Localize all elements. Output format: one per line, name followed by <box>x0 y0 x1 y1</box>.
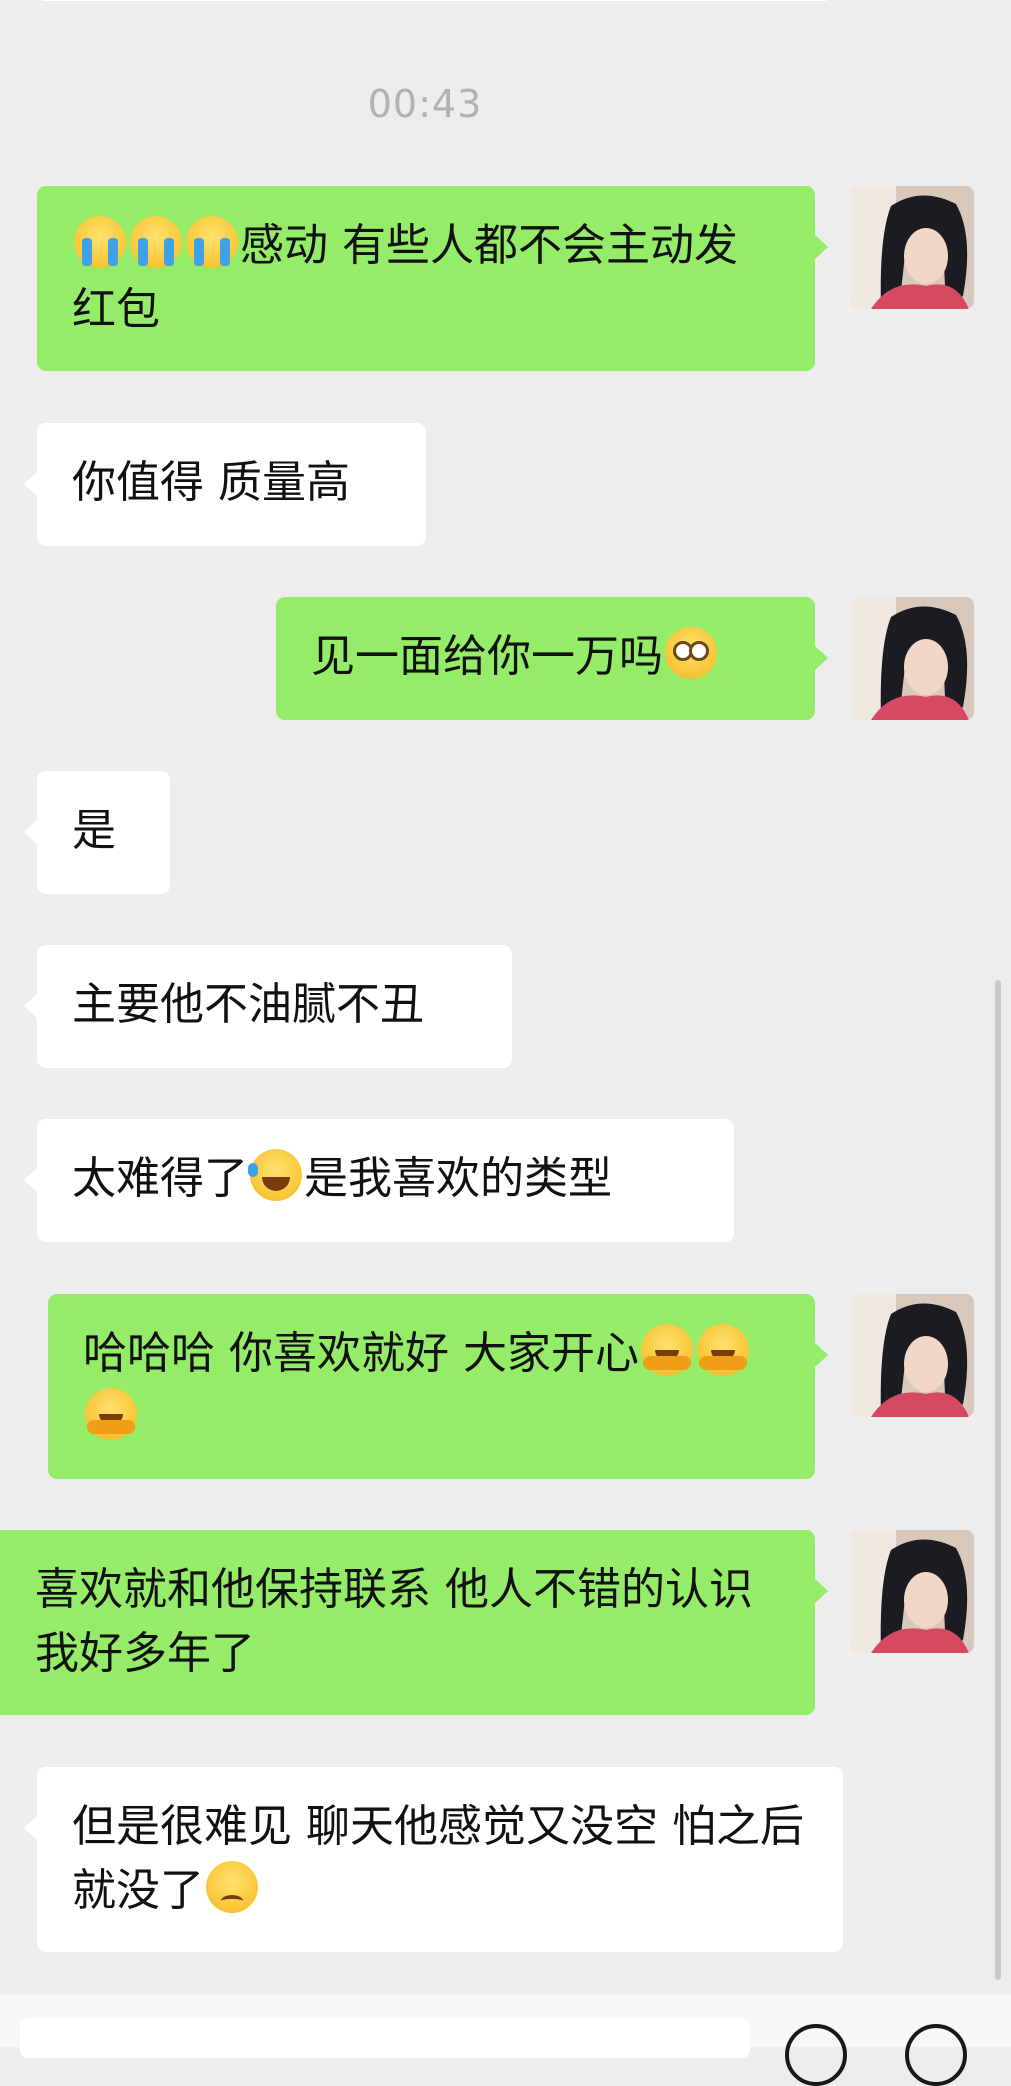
thinking-face-emoji <box>665 627 717 679</box>
avatar[interactable] <box>851 1530 974 1653</box>
message-text: 主要他不油腻不丑 <box>72 979 424 1030</box>
avatar[interactable] <box>851 186 974 309</box>
message-text: 是 <box>72 805 116 856</box>
emoji-button[interactable] <box>905 2024 967 2086</box>
message-bubble-incoming[interactable]: 你值得 质量高 <box>24 423 426 546</box>
message-text: 哈哈哈 你喜欢就好 大家开心 <box>83 1328 639 1379</box>
message-bubble-incoming[interactable]: 但是很难见 聊天他感觉又没空 怕之后就没了 <box>24 1767 843 1952</box>
disappointed-face-emoji <box>206 1861 258 1913</box>
message-bubble-outgoing[interactable]: 哈哈哈 你喜欢就好 大家开心 <box>48 1294 828 1479</box>
message-bubble-outgoing[interactable]: 喜欢就和他保持联系 他人不错的认识我好多年了 <box>0 1530 828 1715</box>
crying-face-emoji <box>186 216 238 268</box>
message-bubble-outgoing[interactable]: 见一面给你一万吗 <box>276 597 828 720</box>
message-text: 太难得了 <box>72 1153 248 1204</box>
avatar-photo-icon <box>851 186 974 309</box>
message-bubble-incoming[interactable]: 太难得了 是我喜欢的类型 <box>24 1119 734 1242</box>
message-text: 见一面给你一万吗 <box>311 631 663 682</box>
message-bubble-incoming[interactable]: 主要他不油腻不丑 <box>24 945 512 1068</box>
laughing-tears-emoji <box>248 1149 302 1201</box>
message-bubble-outgoing[interactable]: 感动 有些人都不会主动发红包 <box>37 186 828 371</box>
message-bubble-incoming[interactable]: 是 <box>24 771 170 894</box>
message-text: 是我喜欢的类型 <box>304 1153 612 1204</box>
crying-face-emoji <box>130 216 182 268</box>
avatar-photo-icon <box>851 1530 974 1653</box>
message-text: 喜欢就和他保持联系 他人不错的认识我好多年了 <box>35 1564 753 1679</box>
message-text: 但是很难见 聊天他感觉又没空 怕之后就没了 <box>72 1801 804 1916</box>
previous-message-bubble <box>37 0 832 1</box>
hugging-face-emoji <box>640 1324 693 1376</box>
message-text: 你值得 质量高 <box>72 457 350 508</box>
hugging-face-emoji <box>696 1324 749 1376</box>
voice-button[interactable] <box>785 2024 847 2086</box>
avatar[interactable] <box>851 597 974 720</box>
avatar[interactable] <box>851 1294 974 1417</box>
hugging-face-emoji <box>85 1388 137 1440</box>
crying-face-emoji <box>74 216 126 268</box>
message-input[interactable] <box>20 2018 750 2058</box>
scrollbar[interactable] <box>995 980 1001 1980</box>
avatar-photo-icon <box>851 597 974 720</box>
avatar-photo-icon <box>851 1294 974 1417</box>
chat-timestamp: 00:43 <box>367 82 483 126</box>
